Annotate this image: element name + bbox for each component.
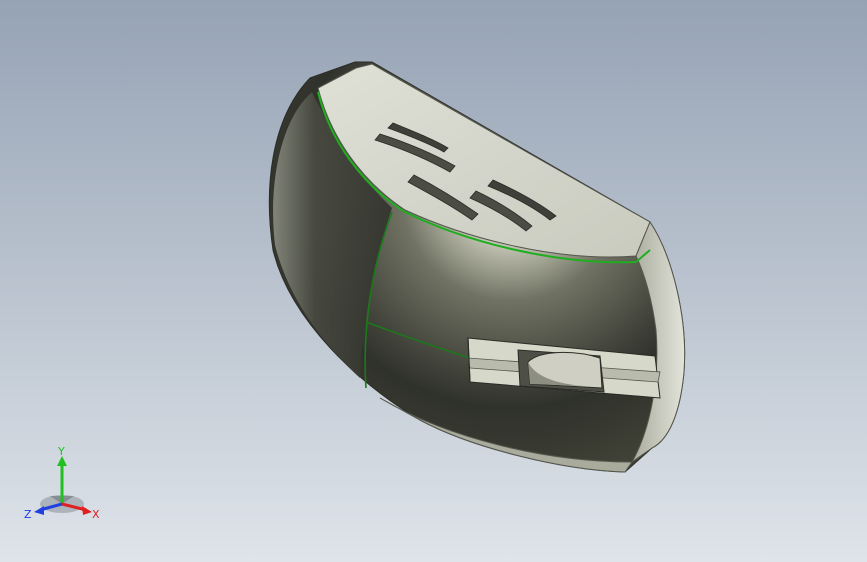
x-axis-label: X — [92, 508, 100, 521]
y-axis-label: Y — [57, 446, 65, 458]
3d-part-icon[interactable] — [0, 0, 867, 562]
z-axis-arrow-icon — [34, 506, 44, 515]
graphics-viewport[interactable]: Y X Z — [0, 0, 867, 562]
x-axis-arrow-icon — [82, 506, 92, 515]
z-axis-label: Z — [24, 508, 32, 521]
coordinate-triad[interactable]: Y X Z — [22, 446, 108, 526]
